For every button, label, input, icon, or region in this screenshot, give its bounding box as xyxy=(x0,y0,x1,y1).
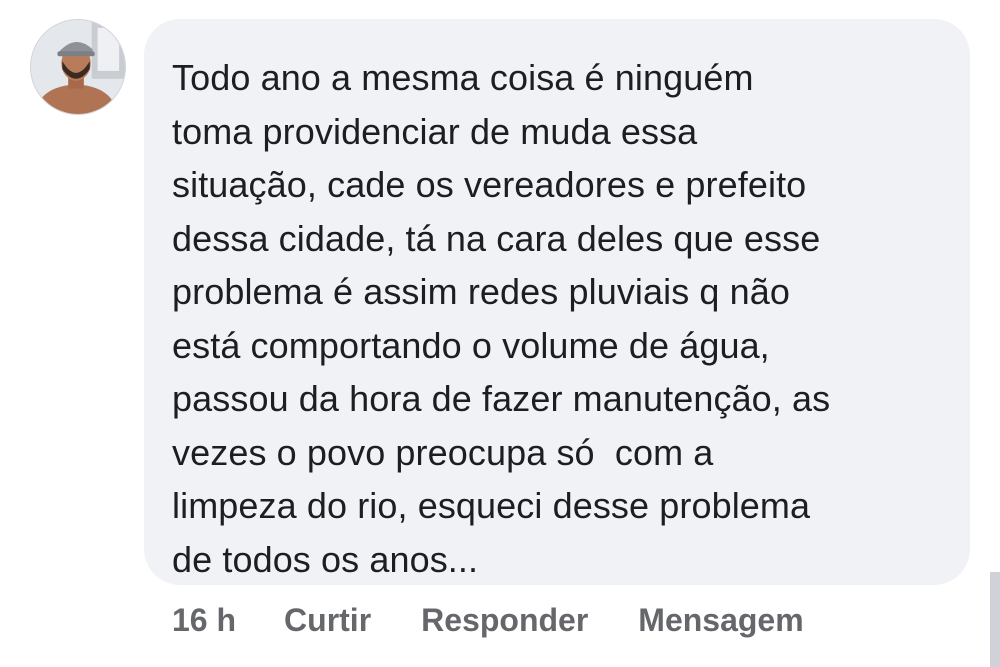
avatar[interactable] xyxy=(30,19,126,115)
comment-text-line: dessa cidade, tá na cara deles que esse xyxy=(172,217,821,259)
comment: Todo ano a mesma coisa é ninguém toma pr… xyxy=(0,0,1000,667)
comment-text-line: limpeza do rio, esqueci desse problema xyxy=(172,485,811,526)
comment-text-line: problema é assim redes pluviais q não xyxy=(172,271,791,312)
comment-text-line: situação, cade os vereadores e prefeito xyxy=(172,164,807,205)
scrollbar[interactable] xyxy=(990,572,1000,667)
reply-button[interactable]: Responder xyxy=(421,602,588,639)
like-button[interactable]: Curtir xyxy=(284,602,371,639)
user-avatar-photo-icon xyxy=(31,20,125,114)
comment-actions: 16 h Curtir Responder Mensagem xyxy=(172,598,854,642)
comment-bubble: Todo ano a mesma coisa é ninguém toma pr… xyxy=(144,19,970,585)
comment-text-line: Todo ano a mesma coisa é ninguém xyxy=(172,57,754,98)
comment-text-line: toma providenciar de muda essa xyxy=(172,110,698,152)
comment-text-line: vezes o povo preocupa só com a xyxy=(172,431,714,473)
message-button[interactable]: Mensagem xyxy=(638,602,803,639)
comment-timestamp[interactable]: 16 h xyxy=(172,602,236,639)
comment-text-line: de todos os anos... xyxy=(172,538,479,580)
comment-text-line: está comportando o volume de água, xyxy=(172,324,770,366)
comment-text-line: passou da hora de fazer manutenção, as xyxy=(172,378,831,419)
